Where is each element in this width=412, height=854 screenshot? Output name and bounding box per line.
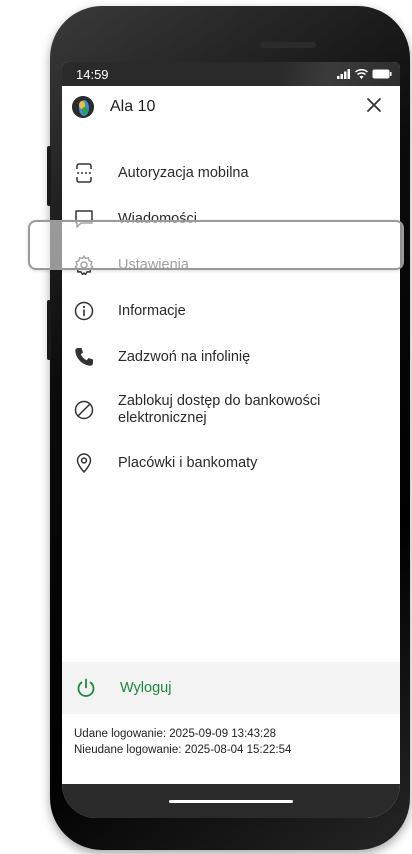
parrot-avatar-icon[interactable] [72, 96, 94, 118]
failed-login-text: Nieudane logowanie: 2025-08-04 15:22:54 [74, 744, 292, 756]
home-indicator[interactable] [169, 799, 293, 803]
block-icon [72, 398, 96, 422]
phone-screen: 14:59 Ala 10 Autoryzacja mobilna Wiadomo… [62, 62, 400, 818]
menu-item-label: Zablokuj dostęp do bankowości elektronic… [118, 393, 321, 426]
status-time: 14:59 [76, 66, 109, 82]
navigation-bar [62, 784, 400, 818]
stage: 14:59 Ala 10 Autoryzacja mobilna Wiadomo… [0, 0, 412, 854]
wifi-icon [355, 67, 368, 82]
mobile-authorization-icon [72, 161, 96, 185]
battery-icon [372, 67, 392, 82]
login-info: Udane logowanie: 2025-09-09 13:43:28 Nie… [74, 726, 390, 758]
signal-icon [337, 67, 351, 82]
menu-item-branches-atms[interactable]: Placówki i bankomaty [62, 440, 400, 486]
close-button[interactable] [358, 91, 390, 123]
menu-item-block-access[interactable]: Zablokuj dostęp do bankowości elektronic… [62, 380, 400, 440]
settings-highlight-box [28, 220, 404, 270]
phone-icon [72, 345, 96, 369]
menu-header: Ala 10 [62, 86, 400, 128]
location-pin-icon [72, 451, 96, 475]
status-bar: 14:59 [62, 62, 400, 86]
user-name: Ala 10 [110, 98, 156, 115]
logout-button[interactable]: Wyloguj [62, 662, 400, 714]
menu-item-mobile-authorization[interactable]: Autoryzacja mobilna [62, 150, 400, 196]
successful-login-text: Udane logowanie: 2025-09-09 13:43:28 [74, 728, 277, 740]
phone-speaker [260, 42, 316, 48]
phone-power-button [47, 300, 51, 360]
info-icon [72, 299, 96, 323]
menu-item-label: Autoryzacja mobilna [118, 164, 249, 181]
power-icon [74, 676, 98, 700]
phone-volume-button [47, 146, 51, 206]
close-icon [366, 97, 382, 118]
menu-item-label: Informacje [118, 302, 186, 319]
menu-item-label: Zadzwoń na infolinię [118, 348, 251, 365]
menu-item-label: Placówki i bankomaty [118, 454, 258, 471]
logout-label: Wyloguj [120, 680, 172, 696]
menu-item-information[interactable]: Informacje [62, 288, 400, 334]
main-menu: Autoryzacja mobilna Wiadomości Usta [62, 150, 400, 486]
menu-item-call-hotline[interactable]: Zadzwoń na infolinię [62, 334, 400, 380]
status-icons [337, 67, 392, 82]
